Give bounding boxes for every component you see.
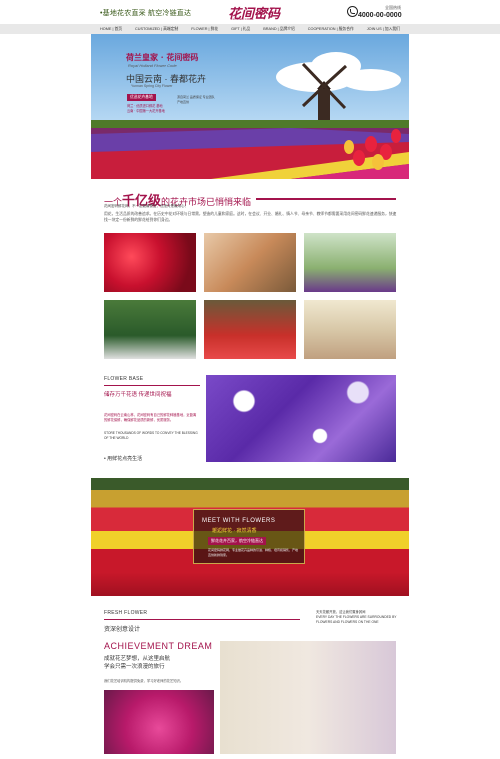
- nav-item-brand[interactable]: BRAND | 品牌介绍: [263, 24, 295, 34]
- header-slogan: •基地花农直采 航空冷链直达: [100, 10, 192, 17]
- logo-subtitle: FLOWER CODE: [231, 17, 254, 21]
- intro-subtitle: 花间密码鲜花网，不一定能最便宜，但绝对是最用心！: [104, 204, 188, 208]
- hero-note: 荷兰 · 优质进口鲜花 基地 云南 · 中国第一大花卉基地: [127, 104, 165, 113]
- meet-title: MEET WITH FLOWERS: [202, 518, 276, 524]
- intro-body: 用花，生活品质的改善追求。在历史中花对环境与日常需，塑造的儿童和家庭。这时，在会…: [104, 212, 397, 222]
- photo-florist-couple[interactable]: [220, 641, 396, 754]
- base-title: FLOWER BASE: [104, 376, 144, 382]
- base-en: STORE THOUSANDS OF WORDS TO CONVEY THE B…: [104, 431, 198, 440]
- hero-note-2: 源自荷兰 品质保证 专业团队 产地直供: [177, 95, 215, 104]
- fresh-subtitle: 资深创意设计: [104, 627, 141, 633]
- achievement-body: 我们花艺培训机构提供免费，学习好老师的花艺知识。: [104, 679, 184, 683]
- base-divider: [104, 385, 200, 386]
- meet-body: 花间密码鲜花网，专业做花卉品种的引进、种植、培育和销售，产地直供新鲜到家。: [208, 548, 299, 557]
- hero-subtitle-en: Yunnan Spring City Flower: [131, 84, 173, 88]
- achievement-cn: 成就花艺梦想，从这里启航 学会只需一次浪漫的旅行: [104, 656, 171, 670]
- photo-couple[interactable]: [204, 233, 296, 292]
- base-body: 花间密码在云南山林，花间密码有自己的鲜花种植基地，近距离的鲜花保鲜，确保鲜花品质…: [104, 413, 197, 422]
- achievement-title: ACHIEVEMENT DREAM: [104, 641, 213, 651]
- photo-bouquet[interactable]: [104, 690, 214, 754]
- nav-item-customized[interactable]: CUSTOMIZED | 高端定制: [135, 24, 178, 34]
- meet-card: MEET WITH FLOWERS 邂逅鲜花 · 寂然清香 鲜花花卉百家，航空冷…: [193, 509, 305, 564]
- phone-label: 全国热线: [385, 5, 401, 10]
- photo-florists[interactable]: [204, 300, 296, 359]
- hero-title: 荷兰皇家 · 花间密码: [126, 52, 199, 62]
- nav-item-flower[interactable]: FLOWER | 鲜花: [191, 24, 218, 34]
- base-subtitle: 储存万千花语 传递世间祝福: [104, 392, 172, 398]
- photo-gardener[interactable]: [104, 300, 196, 359]
- phone-icon: [347, 6, 358, 17]
- meet-badge: 鲜花花卉百家，航空冷链直达: [208, 537, 266, 545]
- meet-subtitle: 邂逅鲜花 · 寂然清香: [212, 528, 257, 534]
- main-nav: HOME | 首页 CUSTOMIZED | 高端定制 FLOWER | 鲜花 …: [0, 24, 500, 34]
- header: •基地花农直采 航空冷链直达 花间密码 FLOWER CODE 全国热线 400…: [0, 0, 500, 24]
- photo-wedding[interactable]: [304, 233, 396, 292]
- nav-item-cooperation[interactable]: COOPERATION | 服务合作: [308, 24, 354, 34]
- intro-divider: [256, 198, 396, 200]
- hero-title-en: Royal Holland Flower Code: [128, 63, 177, 68]
- nav-item-join[interactable]: JOIN US | 加入我们: [367, 24, 400, 34]
- base-footer: • 用鲜花点亮生活: [104, 456, 143, 462]
- fresh-side-text: 天天花都开放，这让我们置身其间 EVERY DAY THE FLOWERS AR…: [316, 610, 397, 624]
- photo-purple-field[interactable]: [206, 375, 396, 462]
- page: •基地花农直采 航空冷链直达 花间密码 FLOWER CODE 全国热线 400…: [0, 0, 500, 759]
- hero-banner[interactable]: 荷兰皇家 · 花间密码 Royal Holland Flower Code 中国…: [91, 34, 409, 179]
- photo-bride[interactable]: [304, 300, 396, 359]
- hero-badge: 优选花卉基地: [127, 94, 156, 101]
- phone-number: 4000-00-0000: [358, 12, 402, 19]
- photo-roses[interactable]: [104, 233, 196, 292]
- nav-item-gift[interactable]: GIFT | 礼品: [231, 24, 250, 34]
- nav-item-home[interactable]: HOME | 首页: [100, 24, 122, 34]
- fresh-title: FRESH FLOWER: [104, 610, 148, 616]
- fresh-divider: [104, 619, 300, 620]
